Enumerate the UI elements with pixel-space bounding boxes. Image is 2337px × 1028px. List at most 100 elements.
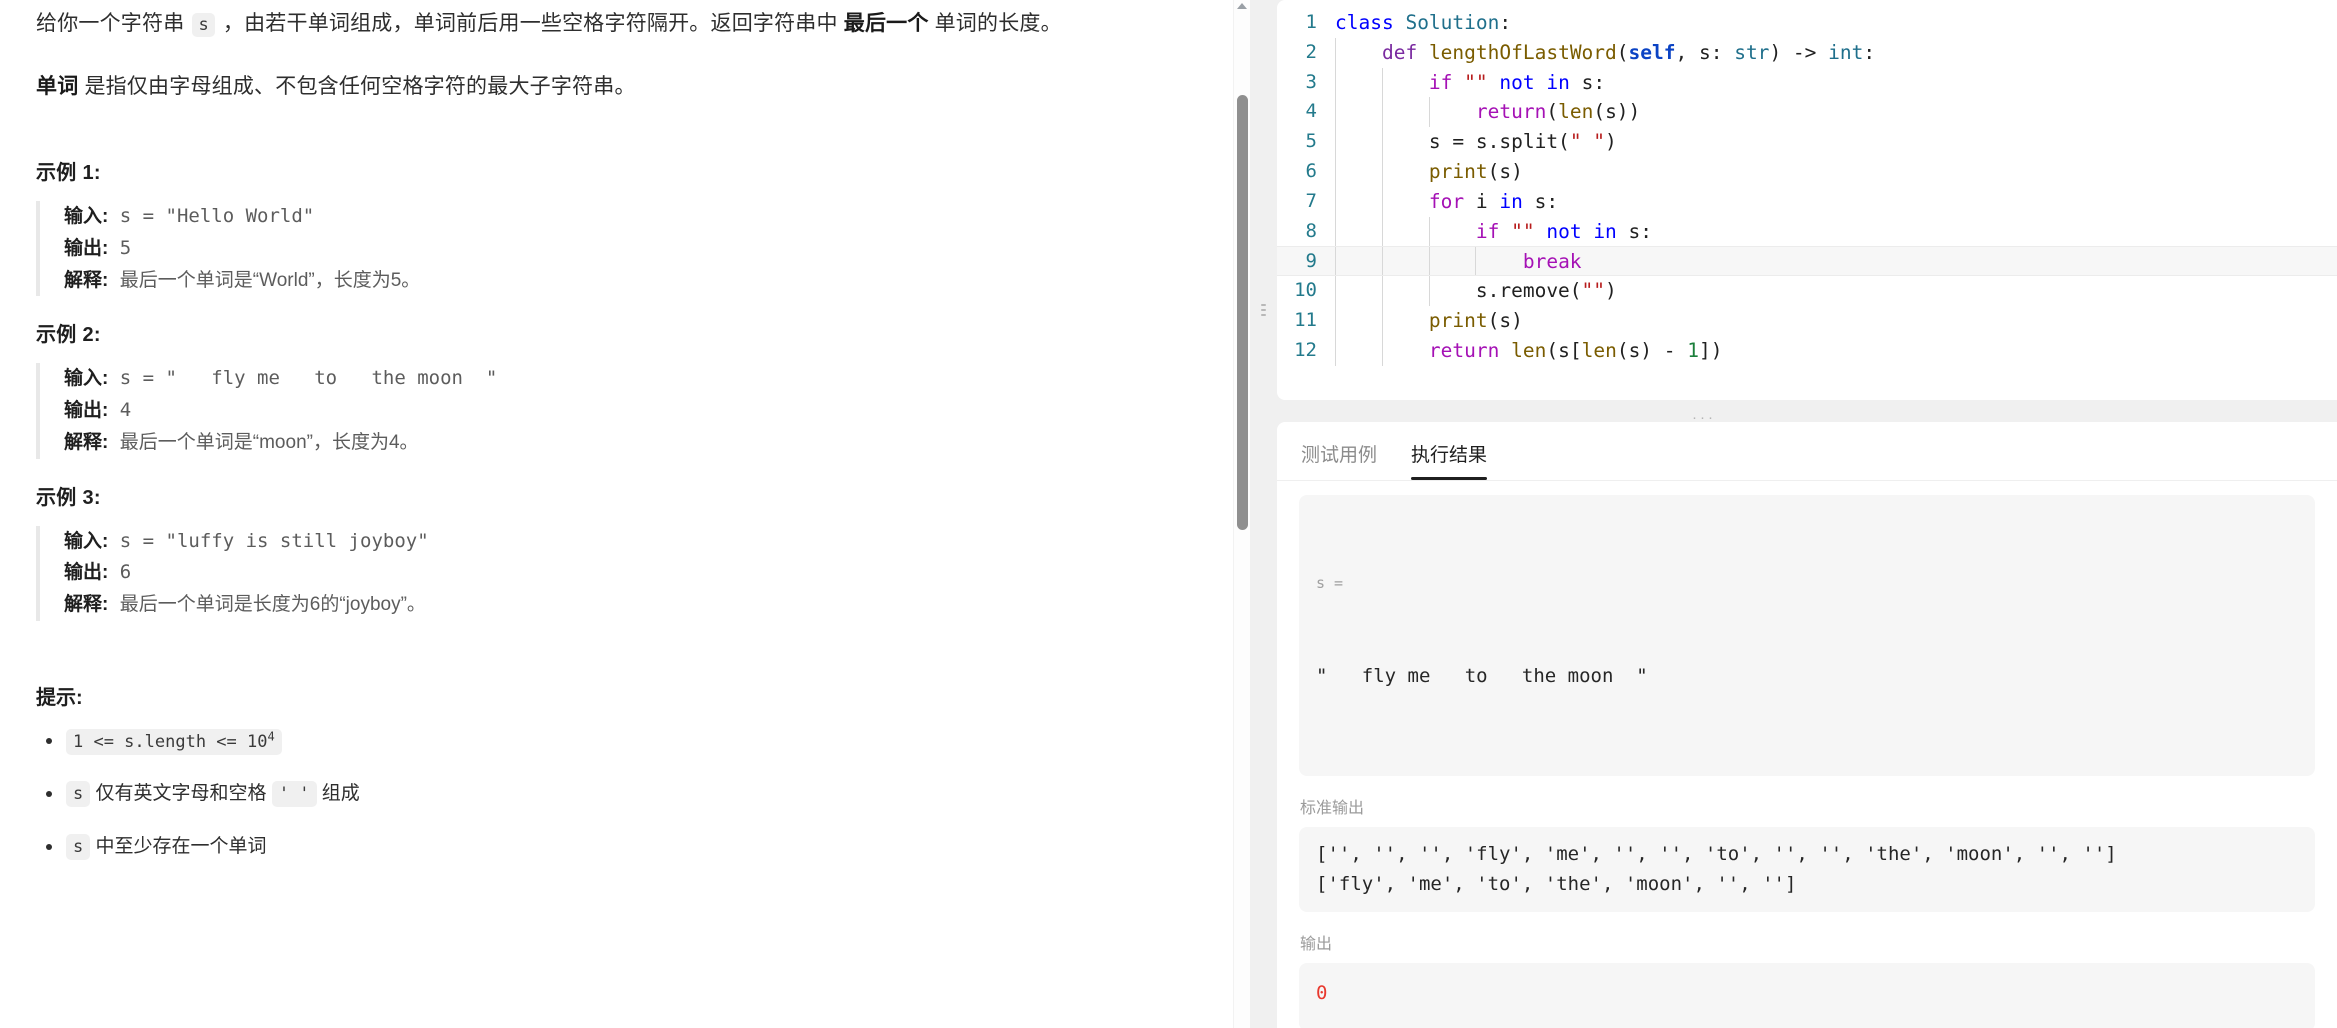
example-3: 示例 3: 输入: s = "luffy is still joyboy" 输出…	[36, 481, 1210, 621]
code-line[interactable]: 9 break	[1277, 246, 2337, 277]
indent-guide	[1335, 37, 1336, 68]
example-3-explain-label: 解释:	[64, 594, 109, 616]
example-1-explain-line: 解释: 最后一个单词是“World”，长度为5。	[64, 265, 1210, 297]
code-line-text[interactable]: class Solution:	[1335, 8, 1511, 38]
code-line[interactable]: 1 class Solution:	[1277, 8, 2337, 38]
editor-resize-handle[interactable]: ···	[1277, 400, 2337, 426]
indent-guide	[1381, 67, 1383, 98]
code-line-text[interactable]: return(len(s))	[1335, 97, 1641, 128]
scroll-up-arrow-icon[interactable]	[1237, 3, 1247, 9]
indent-guide	[1428, 97, 1430, 128]
code-line[interactable]: 6 print(s)	[1277, 156, 2337, 187]
leetcode-problem-workspace: 给你一个字符串 s ，由若干单词组成，单词前后用一些空格字符隔开。返回字符串中 …	[0, 0, 2337, 1028]
example-1-explain-value: 最后一个单词是“World”，长度为5。	[119, 269, 421, 291]
code-line[interactable]: 2 def lengthOfLastWord(self, s: str) -> …	[1277, 37, 2337, 68]
code-token: (	[1546, 100, 1559, 124]
code-line-text[interactable]: break	[1335, 247, 1582, 276]
code-line[interactable]: 3 if "" not in s:	[1277, 67, 2337, 98]
paragraph2-bold-text: 单词	[36, 75, 79, 99]
example-1-input-value: s = "Hello World"	[119, 205, 315, 228]
indent-guide	[1428, 276, 1430, 306]
editor-and-results-panel: 1 class Solution: 2 def lengthOfLastWord(s…	[1277, 0, 2337, 1028]
example-3-block: 输入: s = "luffy is still joyboy" 输出: 6 解释…	[36, 525, 1210, 621]
code-line-number: 4	[1305, 100, 1317, 123]
example-1-explain-label: 解释:	[64, 269, 109, 291]
code-token: in	[1499, 189, 1523, 213]
code-editor[interactable]: 1 class Solution: 2 def lengthOfLastWord(s…	[1277, 0, 2337, 400]
code-token: " "	[1569, 130, 1606, 154]
hint-2-code: s	[66, 781, 91, 808]
inline-code-s: s	[192, 13, 215, 37]
code-token: 1	[1687, 338, 1700, 362]
indent-guide	[1335, 186, 1336, 217]
tab-testcase[interactable]: 测试用例	[1301, 440, 1377, 480]
code-line[interactable]: 5 s = s.split(" ")	[1277, 127, 2337, 157]
code-line[interactable]: 11 print(s)	[1277, 305, 2337, 336]
code-line-text[interactable]: for i in s:	[1335, 186, 1558, 217]
indent-guide	[1381, 305, 1383, 336]
tab-execution-result[interactable]: 执行结果	[1411, 440, 1488, 480]
code-line-text[interactable]: return len(s[len(s) - 1])	[1335, 335, 1723, 366]
indent-guide	[1335, 97, 1336, 128]
testcase-box: s = " fly me to the moon "	[1299, 495, 2315, 777]
code-line-number: 1	[1305, 11, 1317, 33]
code-token: not in	[1499, 70, 1570, 94]
results-panel: 测试用例 执行结果 s = " fly me to the moon " 标准输…	[1277, 422, 2337, 1028]
example-2-input-value: s = " fly me to the moon "	[119, 367, 498, 390]
code-token: int	[1828, 40, 1864, 64]
code-token: len	[1581, 338, 1617, 362]
example-3-input-value: s = "luffy is still joyboy"	[119, 529, 429, 552]
code-line[interactable]: 8 if "" not in s:	[1277, 216, 2337, 247]
code-editor-lines[interactable]: 1 class Solution: 2 def lengthOfLastWord(s…	[1277, 8, 2337, 366]
code-token: str	[1734, 40, 1770, 64]
code-line-text[interactable]: def lengthOfLastWord(self, s: str) -> in…	[1335, 37, 1875, 68]
indent-guide	[1335, 156, 1336, 187]
code-token: ])	[1699, 338, 1723, 362]
problem-description-panel: 给你一个字符串 s ，由若干单词组成，单词前后用一些空格字符隔开。返回字符串中 …	[0, 0, 1250, 1028]
example-3-output-line: 输出: 6	[64, 557, 1210, 589]
editor-drag-dots-icon[interactable]: ···	[1692, 409, 1716, 426]
code-line[interactable]: 12 return len(s[len(s) - 1])	[1277, 335, 2337, 366]
hints-list: 1 <= s.length <= 104 s 仅有英文字母和空格 ' ' 组成 …	[36, 728, 1210, 860]
hint-item-3: s 中至少存在一个单词	[46, 833, 1210, 860]
example-2-title: 示例 2:	[36, 324, 101, 347]
panel-splitter[interactable]	[1250, 0, 1277, 1028]
example-2-block: 输入: s = " fly me to the moon " 输出: 4 解释:…	[36, 363, 1210, 459]
stdout-label: 标准输出	[1300, 800, 1365, 818]
code-line-text[interactable]: if "" not in s:	[1335, 67, 1605, 98]
splitter-grip-icon[interactable]	[1261, 304, 1266, 316]
code-line-number: 3	[1305, 70, 1317, 93]
example-3-title: 示例 3:	[36, 486, 101, 509]
code-token: (s))	[1593, 100, 1641, 124]
results-tabs: 测试用例 执行结果	[1277, 422, 2337, 481]
indent-guide	[1381, 276, 1383, 306]
code-line-number: 7	[1305, 189, 1317, 212]
indent-guide	[1381, 335, 1383, 366]
code-line-number: 12	[1294, 338, 1317, 361]
indent-guide	[1381, 97, 1383, 128]
code-token: len	[1511, 338, 1547, 362]
example-2-output-line: 输出: 4	[64, 395, 1210, 427]
hint-item-2: s 仅有英文字母和空格 ' ' 组成	[46, 781, 1210, 808]
indent-guide	[1335, 67, 1336, 98]
code-line[interactable]: 10 s.remove("")	[1277, 276, 2337, 306]
code-line-text[interactable]: print(s)	[1335, 156, 1523, 187]
code-token: (s)	[1487, 308, 1523, 332]
code-line[interactable]: 4 return(len(s))	[1277, 97, 2337, 128]
hint-3-code: s	[66, 833, 91, 860]
stdout-box: ['', '', '', 'fly', 'me', '', '', 'to', …	[1299, 827, 2315, 913]
code-line-text[interactable]: print(s)	[1335, 305, 1523, 336]
code-line-text[interactable]: s = s.split(" ")	[1335, 127, 1617, 157]
code-token: print	[1428, 159, 1488, 183]
code-line-text[interactable]: s.remove("")	[1335, 276, 1617, 306]
code-token: i	[1475, 189, 1488, 213]
description-scrollbar[interactable]	[1233, 0, 1250, 1028]
code-line[interactable]: 7 for i in s:	[1277, 186, 2337, 217]
example-1-title: 示例 1:	[36, 162, 101, 185]
hint-1-superscript: 4	[267, 728, 275, 743]
scrollbar-thumb[interactable]	[1237, 95, 1248, 530]
code-line-text[interactable]: if "" not in s:	[1335, 216, 1652, 247]
code-token: Solution	[1405, 11, 1500, 34]
